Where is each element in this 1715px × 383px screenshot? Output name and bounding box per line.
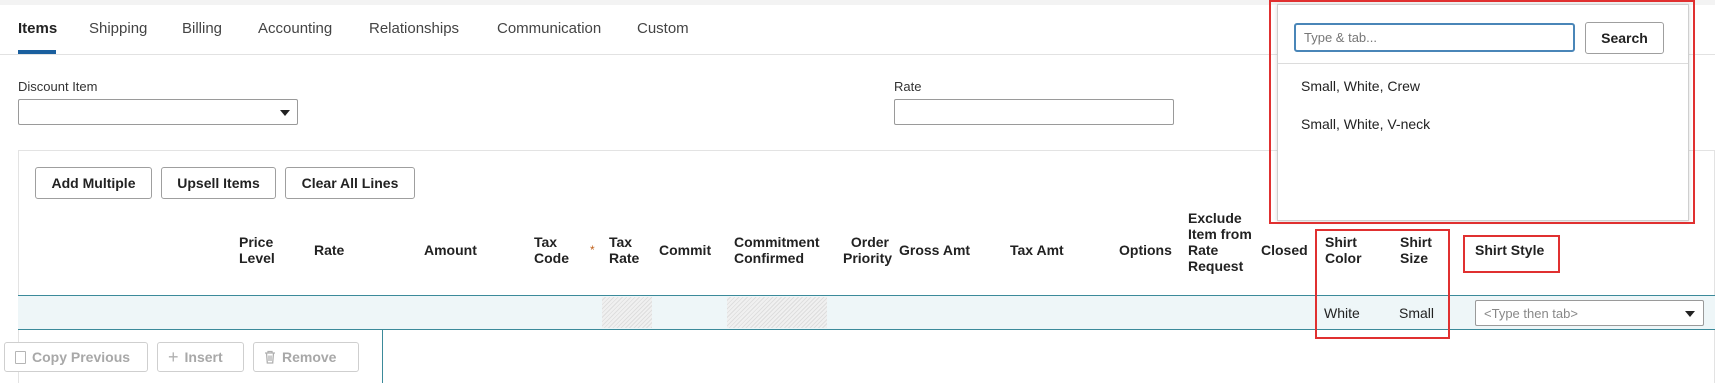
- tab-shipping[interactable]: Shipping: [89, 20, 147, 37]
- table-row[interactable]: [18, 296, 1715, 329]
- commitment-confirmed-cell: [727, 297, 827, 328]
- tab-communication[interactable]: Communication: [497, 20, 601, 37]
- add-multiple-button[interactable]: Add Multiple: [35, 167, 152, 199]
- col-tax-rate[interactable]: Tax Rate: [609, 234, 649, 266]
- col-price-level[interactable]: Price Level: [239, 234, 289, 266]
- col-exclude-item-from-rate-request[interactable]: Exclude Item from Rate Request: [1188, 210, 1254, 274]
- discount-item-select[interactable]: [18, 99, 298, 125]
- clear-all-lines-button[interactable]: Clear All Lines: [285, 167, 415, 199]
- col-rate[interactable]: Rate: [314, 242, 344, 258]
- tab-relationships[interactable]: Relationships: [369, 20, 459, 37]
- tab-accounting[interactable]: Accounting: [258, 20, 332, 37]
- tab-billing[interactable]: Billing: [182, 20, 222, 37]
- highlight-box-shirt-color-size: [1315, 229, 1450, 339]
- copy-previous-button[interactable]: Copy Previous: [4, 342, 148, 372]
- remove-label: Remove: [282, 349, 337, 365]
- col-tax-code[interactable]: Tax Code: [534, 234, 576, 266]
- chevron-down-icon: [280, 110, 290, 116]
- remove-button[interactable]: Remove: [253, 342, 359, 372]
- upsell-items-button[interactable]: Upsell Items: [161, 167, 276, 199]
- trash-icon: [265, 350, 275, 364]
- tax-rate-cell: [602, 297, 652, 328]
- copy-icon: [15, 350, 26, 364]
- discount-item-label: Discount Item: [18, 79, 98, 94]
- col-gross-amt[interactable]: Gross Amt: [899, 242, 970, 258]
- col-amount[interactable]: Amount: [424, 242, 477, 258]
- insert-label: Insert: [184, 349, 223, 365]
- required-marker: *: [590, 243, 595, 257]
- col-commitment-confirmed[interactable]: Commitment Confirmed: [734, 234, 830, 266]
- tab-custom[interactable]: Custom: [637, 20, 689, 37]
- highlight-box-popup: [1269, 0, 1695, 224]
- copy-previous-label: Copy Previous: [32, 349, 131, 365]
- chevron-down-icon: [1685, 311, 1695, 317]
- col-tax-amt[interactable]: Tax Amt: [1010, 242, 1064, 258]
- tab-items[interactable]: Items: [18, 20, 57, 37]
- col-options[interactable]: Options: [1119, 242, 1172, 258]
- col-closed[interactable]: Closed: [1261, 242, 1308, 258]
- col-order-priority[interactable]: Order Priority: [843, 234, 892, 266]
- rate-input[interactable]: [894, 99, 1174, 125]
- col-commit[interactable]: Commit: [659, 242, 711, 258]
- insert-button[interactable]: + Insert: [157, 342, 244, 372]
- plus-icon: +: [168, 346, 179, 367]
- rate-label: Rate: [894, 79, 922, 94]
- highlight-box-shirt-style: [1463, 235, 1560, 273]
- shirt-style-placeholder: <Type then tab>: [1484, 305, 1578, 321]
- shirt-style-select[interactable]: <Type then tab>: [1475, 300, 1704, 326]
